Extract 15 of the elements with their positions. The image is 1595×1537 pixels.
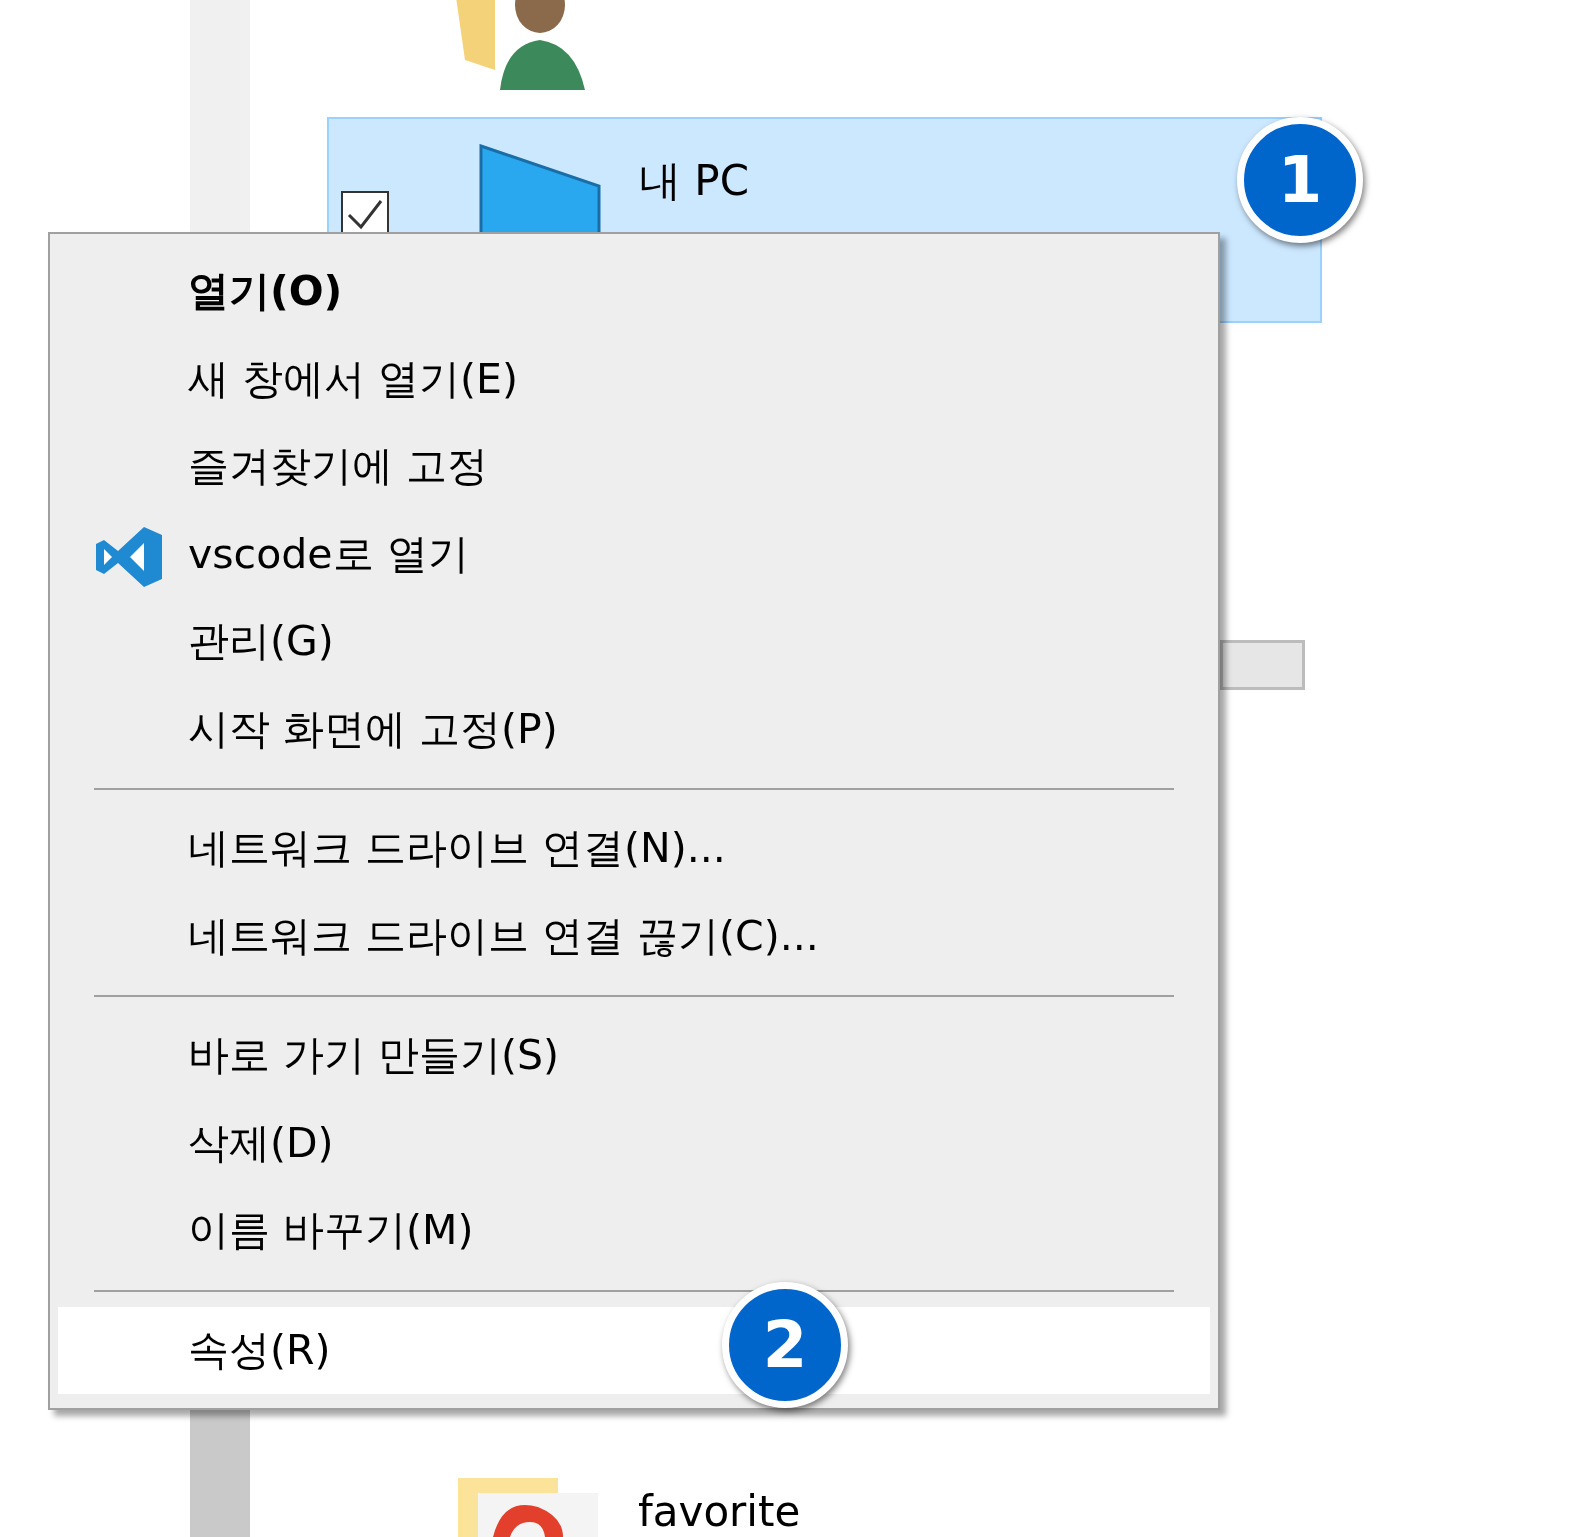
menu-item[interactable]: 관리(G) — [58, 598, 1210, 686]
menu-item[interactable]: 네트워크 드라이브 연결 끊기(C)... — [58, 892, 1210, 980]
menu-item[interactable]: 새 창에서 열기(E) — [58, 335, 1210, 423]
monitor-icon — [479, 144, 604, 234]
menu-item[interactable]: 시작 화면에 고정(P) — [58, 685, 1210, 773]
menu-item[interactable]: vscode로 열기 — [58, 510, 1210, 598]
menu-item[interactable]: 즐겨찾기에 고정 — [58, 423, 1210, 511]
menu-item[interactable]: 이름 바꾸기(M) — [58, 1187, 1210, 1275]
item-label: 내 PC — [639, 155, 749, 207]
folder-icon — [458, 1478, 598, 1537]
menu-item[interactable]: 바로 가기 만들기(S) — [58, 1012, 1210, 1100]
menu-item[interactable]: 네트워크 드라이브 연결(N)... — [58, 805, 1210, 893]
code-editor-icon — [96, 526, 162, 587]
menu-item[interactable]: 삭제(D) — [58, 1099, 1210, 1187]
item-label: favorite — [638, 1486, 801, 1537]
